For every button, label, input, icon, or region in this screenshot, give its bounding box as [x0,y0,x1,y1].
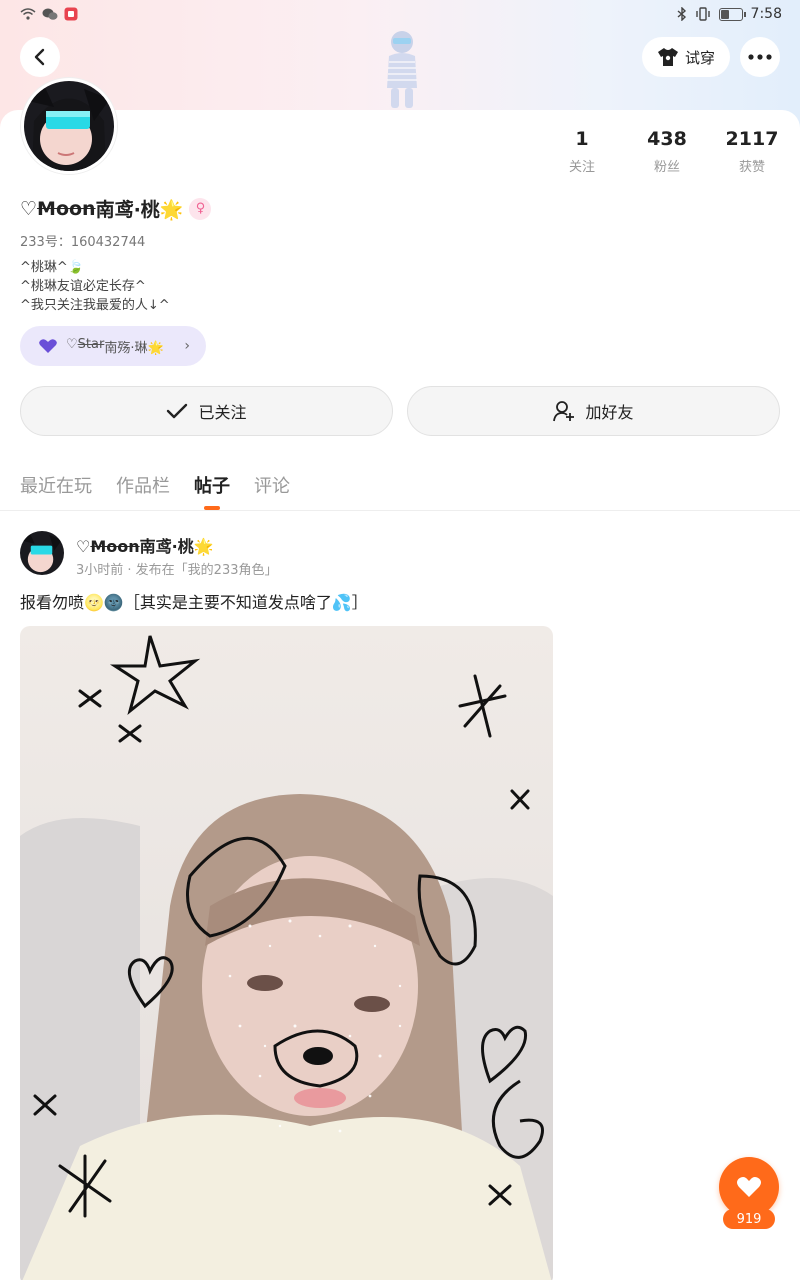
stat-fans[interactable]: 438 粉丝 [627,128,707,175]
stat-following-label: 关注 [568,160,595,175]
tab-works[interactable]: 作品栏 [116,472,170,498]
cp-struck: Star [77,336,105,352]
wechat-icon [42,8,58,20]
name-struck: Moon [37,197,96,220]
post-author-main: 南鸢·桃🌟 [139,537,214,556]
bio-line: ^桃琳^🍃 [20,260,84,275]
wifi-icon [20,8,36,20]
more-options-button[interactable] [740,37,780,77]
try-on-button[interactable]: 试穿 [642,37,730,77]
mascot-figure [387,31,417,108]
stat-likes-value: 2117 [725,128,779,150]
add-friend-label: 加好友 [585,403,634,422]
chevron-left-icon [34,48,45,66]
post-meta: 3小时前 · 发布在「我的233角色」 [76,563,278,578]
stat-likes[interactable]: 2117 获赞 [712,128,792,175]
profile-bio: ^桃琳^🍃 ^桃琳友谊必定长存^ ^我只关注我最爱的人↓^ [20,258,170,315]
profile-tabs: 最近在玩 作品栏 帖子 评论 [20,472,290,510]
post-author-name[interactable]: ♡Moon南鸢·桃🌟 [76,533,214,557]
tshirt-icon [657,48,678,66]
post-image[interactable] [20,626,553,1280]
stat-fans-value: 438 [647,128,687,150]
bluetooth-icon [677,7,686,21]
checkmark-icon [167,403,188,419]
status-time: 7:58 [750,6,782,22]
tabs-divider [0,510,800,511]
bio-line: ^我只关注我最爱的人↓^ [20,298,170,313]
heart-icon [39,339,57,353]
female-gender-icon: ♀ [189,197,212,220]
like-count: 919 [723,1209,775,1229]
like-button[interactable] [719,1157,779,1217]
chevron-right-icon: › [184,338,190,354]
stat-following[interactable]: 1 关注 [542,128,622,175]
cp-relationship-pill[interactable]: ♡ Star 南殇·琳🌟 › [20,326,206,366]
cp-prefix: ♡ [66,336,78,352]
heart-icon [737,1177,761,1197]
name-main: 南鸢·桃🌟 [95,199,184,221]
back-button[interactable] [20,37,60,77]
post-author-struck: Moon [90,537,140,556]
profile-name: ♡ Moon 南鸢·桃🌟 ♀ [20,195,212,222]
add-friend-button[interactable]: 加好友 [407,386,780,436]
tab-comments[interactable]: 评论 [254,472,290,498]
stat-following-value: 1 [575,128,589,150]
followed-label: 已关注 [198,403,247,422]
stat-fans-label: 粉丝 [653,160,680,175]
more-dots-icon [748,54,772,60]
tab-posts-label: 帖子 [194,476,230,497]
followed-button[interactable]: 已关注 [20,386,393,436]
post-text: 报看勿喷🌝🌚［其实是主要不知道发点啥了💦］ [20,593,368,612]
tab-recently-played[interactable]: 最近在玩 [20,472,92,498]
status-bar: 7:58 [0,0,800,30]
stat-likes-label: 获赞 [738,160,765,175]
try-on-label: 试穿 [684,48,715,67]
cp-name: 南殇·琳🌟 [104,340,164,356]
vibrate-icon [695,7,710,21]
name-prefix: ♡ [20,197,38,220]
post-author-avatar[interactable] [20,531,64,575]
battery-icon [718,7,746,21]
bio-line: ^桃琳友谊必定长存^ [20,279,146,294]
tab-posts[interactable]: 帖子 [194,472,230,510]
user-id: 233号：160432744 [20,235,146,250]
add-user-icon [553,401,575,422]
post-author-prefix: ♡ [76,537,91,556]
profile-stats: 1 关注 438 粉丝 2117 获赞 [0,128,800,175]
app-notification-icon [64,7,78,21]
